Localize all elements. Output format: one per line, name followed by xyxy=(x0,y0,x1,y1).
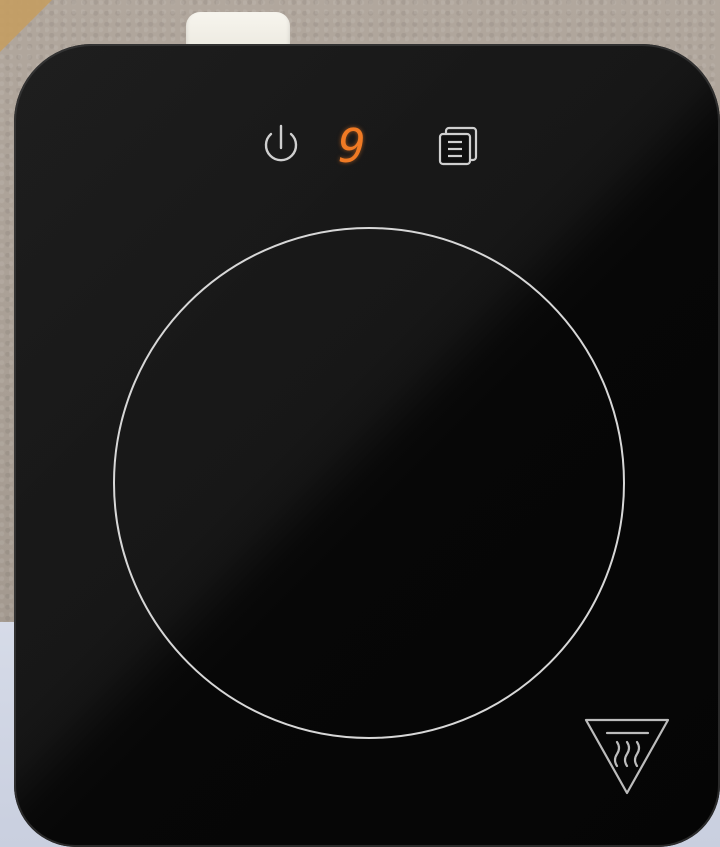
menu-button[interactable] xyxy=(438,126,478,166)
cooking-zone-ring xyxy=(113,227,625,739)
menu-icon xyxy=(438,126,478,166)
power-button[interactable] xyxy=(264,124,298,162)
power-level-display: 9 xyxy=(338,119,366,173)
hot-surface-warning-icon xyxy=(584,718,670,795)
power-icon xyxy=(264,124,298,162)
